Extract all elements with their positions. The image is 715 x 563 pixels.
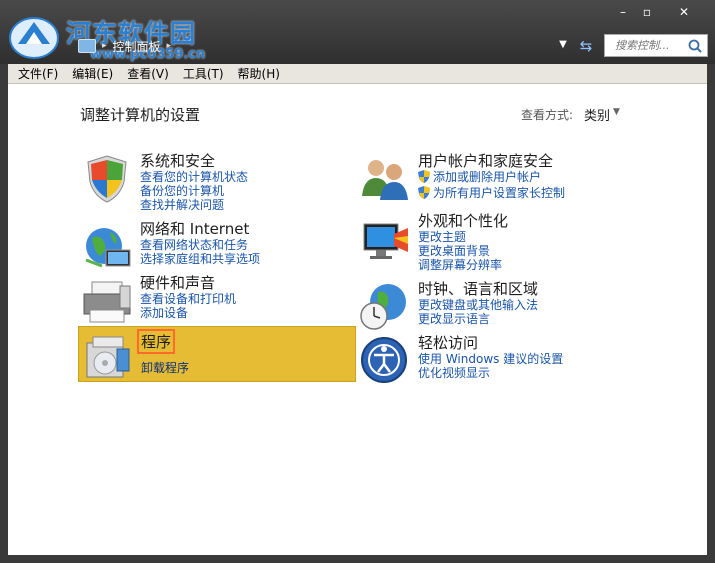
link-uninstall-program[interactable]: 卸载程序 <box>141 359 189 376</box>
view-by-label: 查看方式: <box>521 108 574 122</box>
users-icon[interactable] <box>358 152 412 204</box>
link-parental-controls[interactable]: 为所有用户设置家长控制 <box>418 184 565 201</box>
menu-bar: 文件(F) 编辑(E) 查看(V) 工具(T) 帮助(H) <box>8 64 707 84</box>
page-title: 调整计算机的设置 <box>80 106 201 124</box>
category-clock-language: 时钟、语言和区域 更改键盘或其他输入法 更改显示语言 <box>356 278 634 334</box>
link-add-device[interactable]: 添加设备 <box>140 304 188 321</box>
category-hardware-sound: 硬件和声音 查看设备和打印机 添加设备 <box>78 272 356 328</box>
menu-view[interactable]: 查看(V) <box>127 65 169 82</box>
control-panel-content: 调整计算机的设置 查看方式: 类别 ▼ 系统和安全 查看您的计算机状态 备份您的… <box>8 84 707 555</box>
breadcrumb-control-panel[interactable]: 控制面板 <box>113 38 161 55</box>
search-input[interactable] <box>615 39 687 52</box>
address-dropdown-icon[interactable]: ▼ <box>556 39 570 53</box>
link-optimize-visual[interactable]: 优化视频显示 <box>418 364 490 381</box>
programs-icon[interactable] <box>81 329 135 381</box>
menu-tools[interactable]: 工具(T) <box>183 65 224 82</box>
control-panel-icon <box>78 39 96 53</box>
uac-shield-icon <box>418 170 430 183</box>
menu-file[interactable]: 文件(F) <box>18 65 58 82</box>
view-by-arrow-icon[interactable]: ▼ <box>613 107 620 117</box>
link-find-fix-problems[interactable]: 查找并解决问题 <box>140 196 224 213</box>
link-screen-resolution[interactable]: 调整屏幕分辨率 <box>418 256 502 273</box>
security-shield-icon[interactable] <box>80 152 134 204</box>
category-appearance: 外观和个性化 更改主题 更改桌面背景 调整屏幕分辨率 <box>356 210 634 272</box>
link-homegroup-sharing[interactable]: 选择家庭组和共享选项 <box>140 250 260 267</box>
maximize-button[interactable]: ▫ <box>636 4 658 20</box>
uac-shield-icon <box>418 186 430 199</box>
accessibility-icon[interactable] <box>358 334 412 386</box>
breadcrumb-arrow[interactable]: ▸ <box>167 41 172 51</box>
network-globe-icon[interactable] <box>80 220 134 272</box>
display-icon[interactable] <box>358 212 412 264</box>
link-display-language[interactable]: 更改显示语言 <box>418 310 490 327</box>
breadcrumb-arrow[interactable]: ▸ <box>102 41 107 51</box>
search-box[interactable] <box>604 34 708 57</box>
link-add-remove-accounts[interactable]: 添加或删除用户帐户 <box>418 168 541 185</box>
printer-icon[interactable] <box>80 274 134 326</box>
category-ease-of-access: 轻松访问 使用 Windows 建议的设置 优化视频显示 <box>356 332 634 388</box>
clock-globe-icon[interactable] <box>358 280 412 332</box>
refresh-icon[interactable]: ⇆ <box>576 36 596 56</box>
view-by-dropdown[interactable]: 类别 <box>584 105 610 124</box>
menu-help[interactable]: 帮助(H) <box>238 65 280 82</box>
breadcrumb: ▸ 控制面板 ▸ <box>78 36 171 56</box>
category-system-security: 系统和安全 查看您的计算机状态 备份您的计算机 查找并解决问题 <box>78 150 356 212</box>
watermark-logo-icon <box>9 17 59 59</box>
title-bar: 河东软件园 www.pc0359.cn – ▫ ✕ ▸ 控制面板 ▸ ▼ ⇆ <box>0 0 715 64</box>
menu-edit[interactable]: 编辑(E) <box>72 65 113 82</box>
category-user-accounts: 用户帐户和家庭安全 添加或删除用户帐户 为所有用户设置家长控制 <box>356 150 634 206</box>
category-title[interactable]: 程序 <box>137 329 176 354</box>
search-icon[interactable] <box>687 38 703 54</box>
category-network-internet: 网络和 Internet 查看网络状态和任务 选择家庭组和共享选项 <box>78 218 356 274</box>
close-button[interactable]: ✕ <box>673 4 695 20</box>
category-programs[interactable]: 程序 卸载程序 <box>78 326 356 382</box>
minimize-button[interactable]: – <box>612 4 634 20</box>
